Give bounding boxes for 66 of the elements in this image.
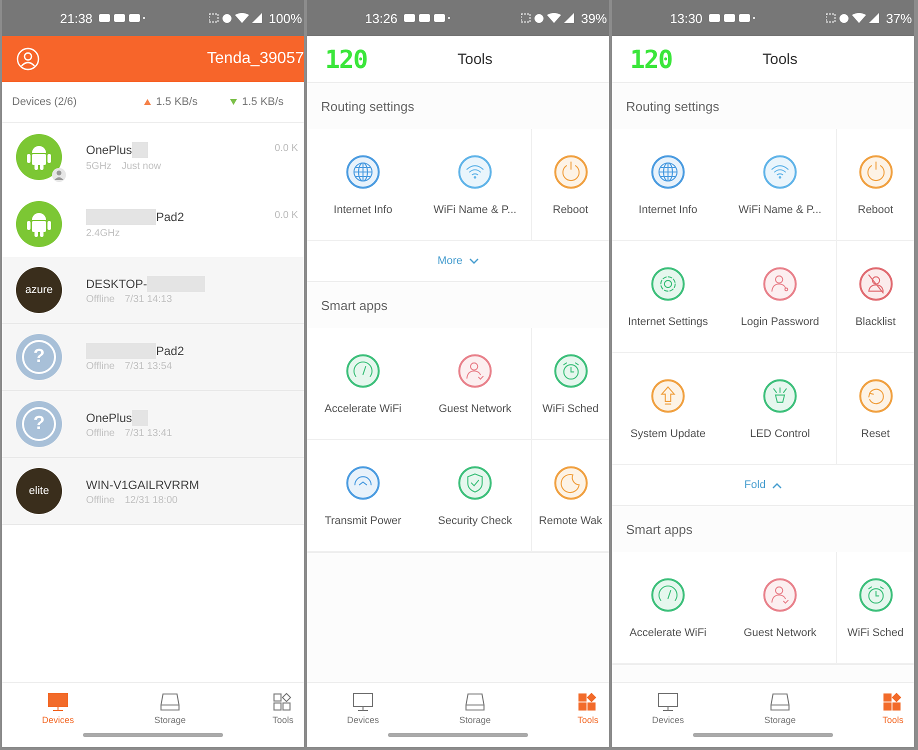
device-speed: 0.0 K <box>274 210 298 221</box>
app-logo: 120 <box>324 44 368 74</box>
device-name: WIN-V1GAILRVRRM <box>86 478 200 492</box>
monitor-icon <box>352 692 374 712</box>
system-icons-drawing <box>826 12 880 24</box>
chevron-up-icon <box>772 482 782 488</box>
drive-icon <box>464 692 486 712</box>
status-time: 13:30 <box>670 10 703 26</box>
android-avatar-icon <box>16 134 62 180</box>
device-name: OnePlus <box>86 143 132 157</box>
nav-tab[interactable]: Tools <box>270 690 296 726</box>
battery-percent: 37% <box>886 10 912 26</box>
nav-tab[interactable]: Storage <box>762 690 798 726</box>
download-speed: 1.5 KB/s <box>242 96 284 108</box>
status-time: 21:38 <box>60 10 93 26</box>
nav-tab[interactable]: Storage <box>457 690 493 726</box>
system-icons-drawing <box>208 12 263 24</box>
chevron-down-icon <box>468 258 479 264</box>
grid-icon <box>577 692 599 712</box>
unknown-device-avatar: ? <box>16 401 62 447</box>
download-arrow-icon <box>230 99 237 105</box>
device-row[interactable]: Pad2 2.4GHz 0.0 K <box>2 190 304 257</box>
device-time: Just now <box>122 160 162 172</box>
tool-item[interactable]: WiFi Sched <box>836 552 914 664</box>
grid-icon <box>882 692 904 712</box>
device-name: DESKTOP- <box>86 276 148 290</box>
nav-tab[interactable]: Devices <box>344 690 381 726</box>
nav-tab[interactable]: Storage <box>152 690 188 726</box>
notification-drawing <box>708 13 755 23</box>
tool-item[interactable]: Reset <box>836 353 914 465</box>
nav-tab[interactable]: Devices <box>650 690 686 726</box>
grid-icon <box>272 692 294 712</box>
upload-speed: 1.5 KB/s <box>156 96 198 108</box>
account-icon[interactable] <box>16 47 40 71</box>
notification-drawing <box>404 13 450 23</box>
page-title: Tools <box>456 50 494 68</box>
status-time: 13:26 <box>365 10 398 26</box>
battery-percent: 39% <box>580 10 607 26</box>
battery-percent: 100% <box>268 10 302 26</box>
device-name: OnePlus <box>86 410 132 424</box>
device-status: 5GHz <box>86 160 112 172</box>
brand-avatar: elite <box>16 468 62 514</box>
device-name: Pad2 <box>156 210 184 224</box>
drive-icon <box>159 692 181 712</box>
tool-item[interactable]: Reboot <box>836 129 914 241</box>
device-count: Devices (2/6) <box>12 96 78 108</box>
notification-drawing <box>98 13 145 23</box>
page-title: Tools <box>761 50 799 68</box>
monitor-icon <box>656 692 679 712</box>
tool-item[interactable]: WiFi Sched <box>531 328 609 440</box>
tool-item[interactable]: Reboot <box>531 129 609 241</box>
upload-arrow-icon <box>144 99 151 105</box>
app-logo: 120 <box>629 44 674 74</box>
device-speed: 0.0 K <box>274 143 298 154</box>
tool-item[interactable]: Blacklist <box>836 241 914 353</box>
tool-item[interactable]: Remote Wak <box>531 440 609 552</box>
drive-icon <box>769 692 791 712</box>
device-status: 2.4GHz <box>86 228 120 238</box>
device-row[interactable]: OnePlus 5GHz Just now 0.0 K <box>2 123 304 190</box>
brand-avatar: azure <box>16 267 62 313</box>
monitor-icon <box>46 692 69 712</box>
router-name: Tenda_39057 <box>207 50 304 68</box>
unknown-device-avatar: ? <box>16 334 62 380</box>
device-name: Pad2 <box>156 344 184 358</box>
system-icons-drawing <box>520 12 575 24</box>
android-avatar-icon <box>16 200 62 246</box>
